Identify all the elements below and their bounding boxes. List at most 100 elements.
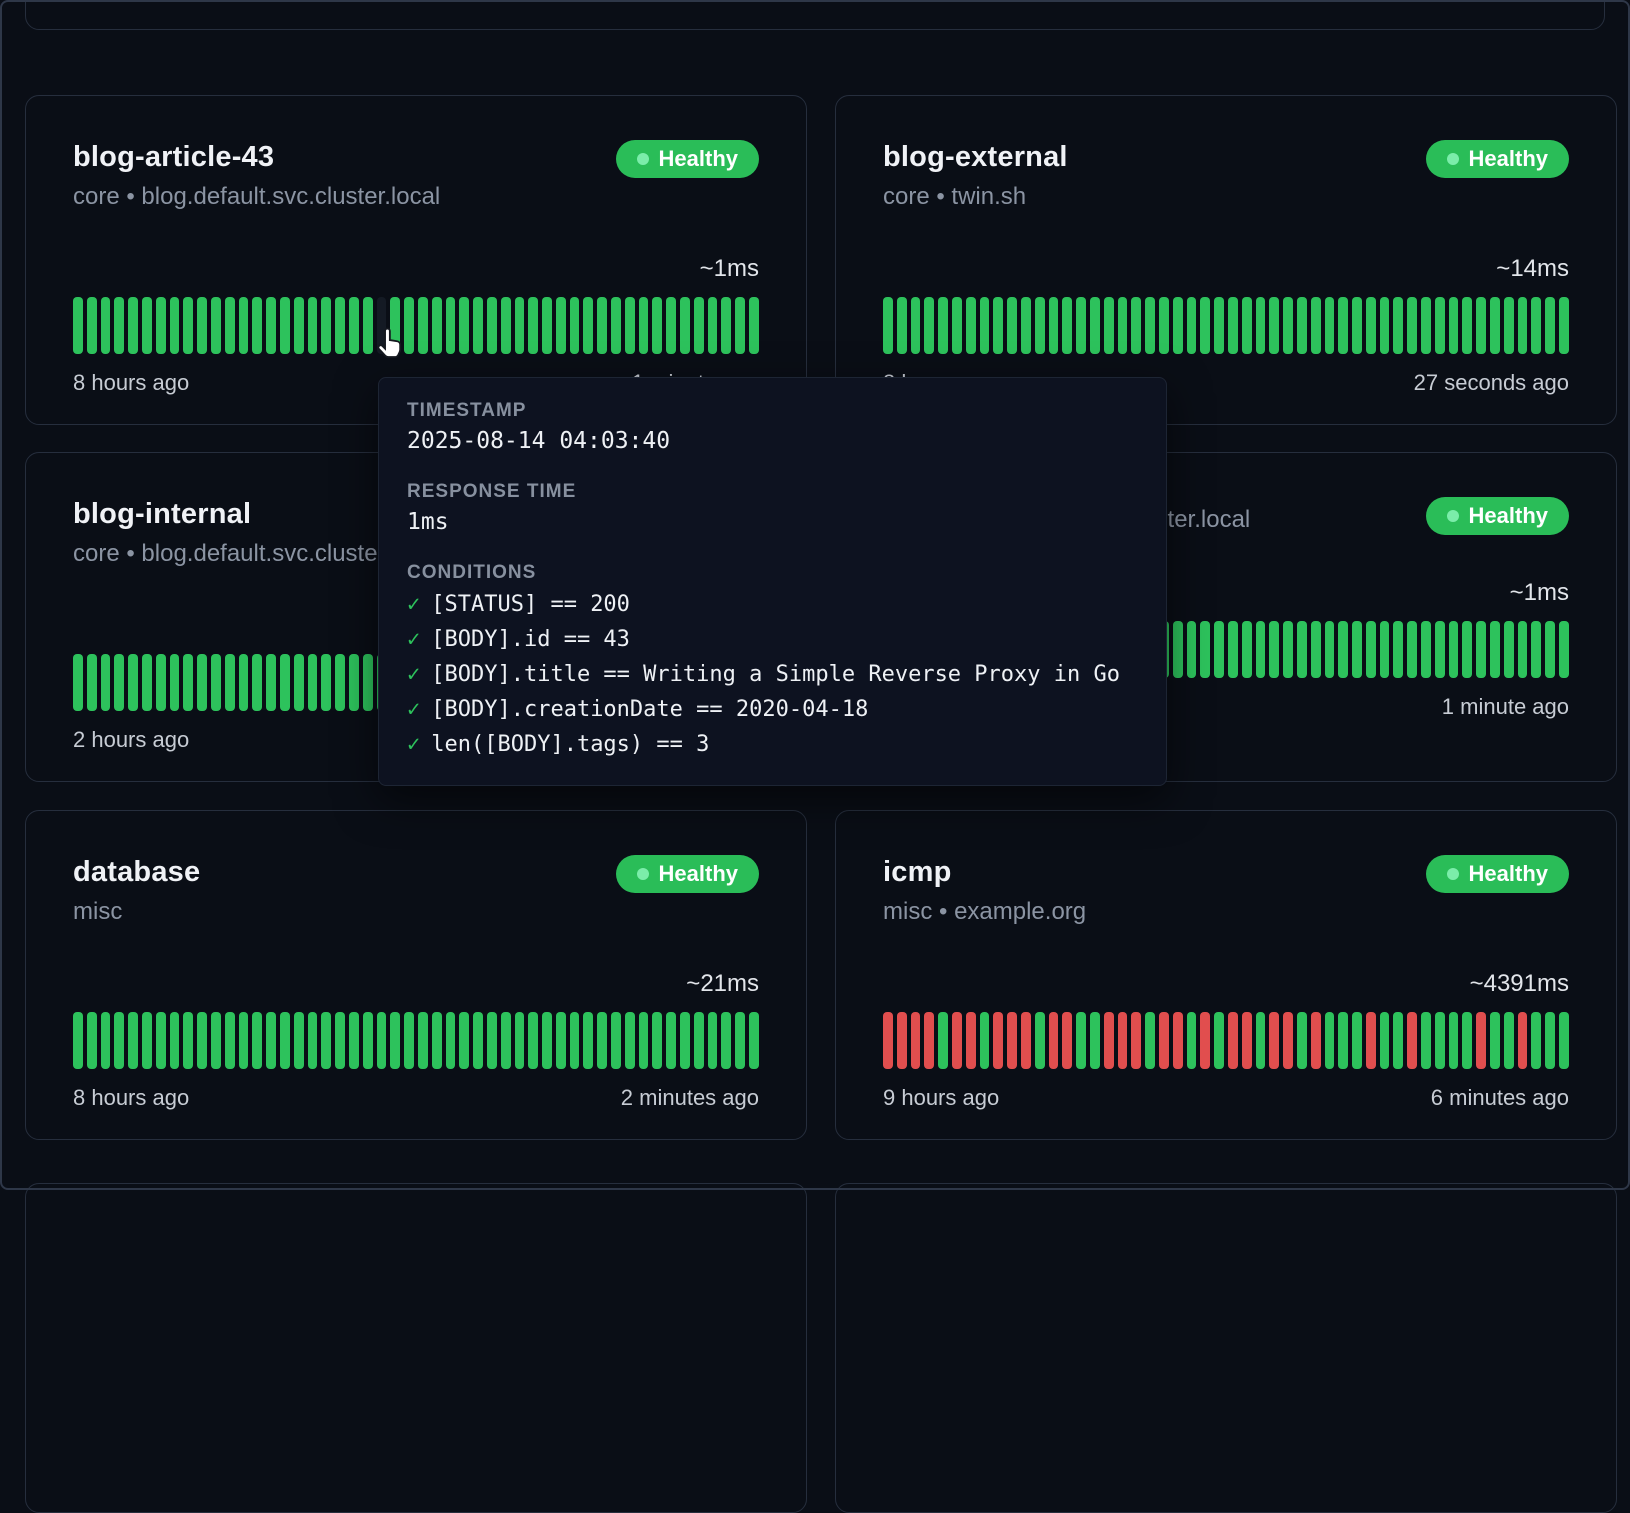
status-bar[interactable]: [308, 1012, 318, 1069]
status-bar[interactable]: [625, 297, 635, 354]
status-bar[interactable]: [239, 1012, 249, 1069]
status-bar[interactable]: [390, 1012, 400, 1069]
status-bar[interactable]: [597, 297, 607, 354]
status-bar[interactable]: [1256, 1012, 1266, 1069]
status-bar[interactable]: [694, 1012, 704, 1069]
status-bar[interactable]: [1131, 297, 1141, 354]
status-bar[interactable]: [101, 1012, 111, 1069]
status-bar[interactable]: [156, 297, 166, 354]
status-bar[interactable]: [1228, 297, 1238, 354]
endpoint-card-database[interactable]: database misc Healthy ~21ms 8 hours ago …: [25, 810, 807, 1140]
status-bar[interactable]: [1407, 1012, 1417, 1069]
status-bar[interactable]: [170, 297, 180, 354]
status-bar[interactable]: [666, 1012, 676, 1069]
status-bar[interactable]: [1352, 621, 1362, 678]
status-bar[interactable]: [183, 297, 193, 354]
status-bar[interactable]: [1504, 297, 1514, 354]
status-bar[interactable]: [515, 1012, 525, 1069]
status-bar[interactable]: [377, 297, 387, 354]
status-bar[interactable]: [335, 654, 345, 711]
endpoint-title[interactable]: blog-article-43: [73, 140, 440, 174]
status-bar[interactable]: [1421, 297, 1431, 354]
status-bar[interactable]: [1118, 297, 1128, 354]
status-bar[interactable]: [735, 1012, 745, 1069]
status-bar[interactable]: [966, 297, 976, 354]
status-bar[interactable]: [170, 1012, 180, 1069]
status-bar[interactable]: [142, 1012, 152, 1069]
status-bar[interactable]: [1352, 297, 1362, 354]
status-bar[interactable]: [1145, 1012, 1155, 1069]
status-bar[interactable]: [1035, 1012, 1045, 1069]
status-bar[interactable]: [1297, 1012, 1307, 1069]
status-bar[interactable]: [1242, 297, 1252, 354]
status-bar[interactable]: [1366, 297, 1376, 354]
status-bar[interactable]: [363, 1012, 373, 1069]
status-bar[interactable]: [1325, 297, 1335, 354]
status-bar[interactable]: [1462, 1012, 1472, 1069]
status-bar[interactable]: [1283, 297, 1293, 354]
status-bar[interactable]: [1518, 297, 1528, 354]
status-bar[interactable]: [1007, 1012, 1017, 1069]
status-bar[interactable]: [1159, 1012, 1169, 1069]
status-bar[interactable]: [1531, 1012, 1541, 1069]
status-bar[interactable]: [652, 297, 662, 354]
status-bar[interactable]: [1187, 621, 1197, 678]
status-bar[interactable]: [73, 654, 83, 711]
status-bar[interactable]: [1407, 621, 1417, 678]
status-bar[interactable]: [1325, 1012, 1335, 1069]
status-bar[interactable]: [432, 1012, 442, 1069]
status-bar[interactable]: [1297, 621, 1307, 678]
status-bar[interactable]: [197, 297, 207, 354]
status-bar[interactable]: [349, 297, 359, 354]
status-bar[interactable]: [680, 297, 690, 354]
status-bar[interactable]: [528, 297, 538, 354]
status-bar[interactable]: [611, 1012, 621, 1069]
status-bar[interactable]: [1035, 297, 1045, 354]
status-bar[interactable]: [404, 297, 414, 354]
status-bar[interactable]: [897, 1012, 907, 1069]
status-bar[interactable]: [735, 297, 745, 354]
status-bar[interactable]: [1311, 1012, 1321, 1069]
status-bar[interactable]: [883, 1012, 893, 1069]
status-bar[interactable]: [377, 1012, 387, 1069]
status-bar[interactable]: [128, 1012, 138, 1069]
status-bar[interactable]: [1090, 297, 1100, 354]
status-bar[interactable]: [363, 654, 373, 711]
status-bar[interactable]: [1545, 1012, 1555, 1069]
status-bar[interactable]: [1545, 621, 1555, 678]
status-bar[interactable]: [1393, 621, 1403, 678]
status-bar[interactable]: [349, 1012, 359, 1069]
status-bar[interactable]: [1531, 297, 1541, 354]
status-bar[interactable]: [1145, 297, 1155, 354]
status-bar[interactable]: [1187, 297, 1197, 354]
status-bar[interactable]: [101, 654, 111, 711]
status-bar[interactable]: [1104, 297, 1114, 354]
status-bar[interactable]: [570, 1012, 580, 1069]
status-bar[interactable]: [1173, 297, 1183, 354]
status-bar[interactable]: [87, 297, 97, 354]
status-bar[interactable]: [1311, 621, 1321, 678]
status-bar[interactable]: [1007, 297, 1017, 354]
status-bar[interactable]: [556, 1012, 566, 1069]
status-bar[interactable]: [239, 297, 249, 354]
status-bar[interactable]: [1214, 1012, 1224, 1069]
status-bar[interactable]: [938, 1012, 948, 1069]
status-bar[interactable]: [1200, 297, 1210, 354]
status-bar[interactable]: [980, 297, 990, 354]
status-bar[interactable]: [142, 654, 152, 711]
status-bar[interactable]: [266, 654, 276, 711]
status-bar[interactable]: [390, 297, 400, 354]
status-bar[interactable]: [349, 654, 359, 711]
status-bar[interactable]: [1504, 621, 1514, 678]
status-bar[interactable]: [294, 1012, 304, 1069]
status-bar[interactable]: [666, 297, 676, 354]
status-bar[interactable]: [1559, 297, 1569, 354]
status-bar[interactable]: [639, 297, 649, 354]
status-bar[interactable]: [1297, 297, 1307, 354]
status-bar[interactable]: [1283, 621, 1293, 678]
status-bar[interactable]: [980, 1012, 990, 1069]
status-bar[interactable]: [611, 297, 621, 354]
status-bar[interactable]: [321, 297, 331, 354]
status-bar[interactable]: [721, 297, 731, 354]
status-bar[interactable]: [556, 297, 566, 354]
